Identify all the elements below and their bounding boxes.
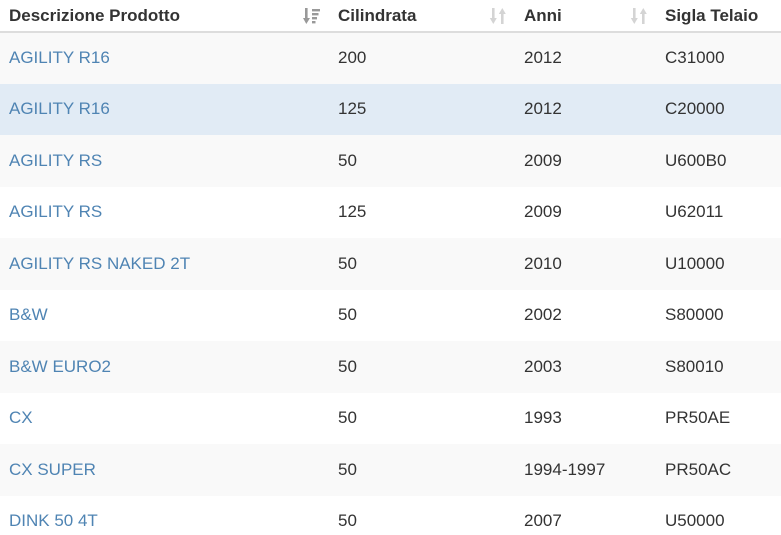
cell-sigla-telaio: S80010 [665, 356, 724, 376]
header-label: Anni [524, 5, 562, 25]
cell-descrizione[interactable]: AGILITY R16 [0, 84, 329, 136]
header-row: Descrizione Prodotto Cilindrata Anni Sig… [0, 0, 781, 32]
table-row[interactable]: B&W EURO2 50 2003 S80010 [0, 341, 781, 393]
cell-sigla-telaio: C31000 [665, 48, 725, 68]
table-row[interactable]: CX SUPER 50 1994-1997 PR50AC [0, 444, 781, 496]
product-link[interactable]: DINK 50 4T [9, 511, 98, 530]
cell-descrizione[interactable]: AGILITY RS [0, 135, 329, 187]
cell-cilindrata: 50 [338, 511, 357, 531]
header-cilindrata[interactable]: Cilindrata [329, 0, 515, 32]
cell-anni: 2009 [524, 150, 562, 170]
cell-anni: 2012 [524, 99, 562, 119]
cell-cilindrata: 50 [338, 150, 357, 170]
cell-descrizione[interactable]: CX [0, 393, 329, 445]
table-row[interactable]: AGILITY RS NAKED 2T 50 2010 U10000 [0, 238, 781, 290]
sort-both-icon [489, 7, 506, 24]
cell-cilindrata: 125 [338, 202, 367, 222]
sort-amount-desc-icon [303, 7, 320, 24]
product-link[interactable]: AGILITY RS NAKED 2T [9, 254, 190, 273]
cell-sigla-telaio: PR50AC [665, 459, 732, 479]
table-row[interactable]: AGILITY R16 200 2012 C31000 [0, 32, 781, 84]
cell-anni: 2012 [524, 48, 562, 68]
product-link[interactable]: AGILITY R16 [9, 48, 110, 67]
product-link[interactable]: AGILITY R16 [9, 99, 110, 118]
cell-cilindrata: 50 [338, 459, 357, 479]
product-link[interactable]: CX [9, 408, 33, 427]
cell-descrizione[interactable]: AGILITY RS [0, 187, 329, 239]
product-link[interactable]: CX SUPER [9, 460, 96, 479]
cell-sigla-telaio: U600B0 [665, 150, 727, 170]
cell-descrizione[interactable]: B&W [0, 290, 329, 342]
cell-cilindrata: 50 [338, 356, 357, 376]
cell-sigla-telaio: PR50AE [665, 408, 731, 428]
table-header: Descrizione Prodotto Cilindrata Anni Sig… [0, 0, 781, 32]
product-link[interactable]: B&W EURO2 [9, 357, 111, 376]
product-link[interactable]: B&W [9, 305, 48, 324]
cell-anni: 1994-1997 [524, 459, 606, 479]
header-label: Cilindrata [338, 5, 417, 25]
cell-descrizione[interactable]: AGILITY RS NAKED 2T [0, 238, 329, 290]
cell-anni: 2007 [524, 511, 562, 531]
cell-sigla-telaio: U50000 [665, 511, 725, 531]
cell-anni: 2009 [524, 202, 562, 222]
table-row[interactable]: AGILITY RS 50 2009 U600B0 [0, 135, 781, 187]
header-descrizione-prodotto[interactable]: Descrizione Prodotto [0, 0, 329, 32]
cell-cilindrata: 50 [338, 305, 357, 325]
cell-sigla-telaio: S80000 [665, 305, 724, 325]
table-body: AGILITY R16 200 2012 C31000 AGILITY R16 … [0, 32, 781, 535]
products-table: Descrizione Prodotto Cilindrata Anni Sig… [0, 0, 781, 535]
cell-cilindrata: 50 [338, 408, 357, 428]
product-link[interactable]: AGILITY RS [9, 202, 102, 221]
cell-descrizione[interactable]: CX SUPER [0, 444, 329, 496]
cell-descrizione[interactable]: DINK 50 4T [0, 496, 329, 535]
cell-cilindrata: 125 [338, 99, 367, 119]
cell-descrizione[interactable]: B&W EURO2 [0, 341, 329, 393]
header-sigla-telaio[interactable]: Sigla Telaio [656, 0, 781, 32]
cell-sigla-telaio: C20000 [665, 99, 725, 119]
table-row[interactable]: AGILITY RS 125 2009 U62011 [0, 186, 781, 239]
sort-both-icon [630, 7, 647, 24]
header-anni[interactable]: Anni [515, 0, 656, 32]
cell-anni: 1993 [524, 408, 562, 428]
cell-sigla-telaio: U62011 [665, 202, 724, 222]
cell-cilindrata: 50 [338, 253, 357, 273]
cell-descrizione[interactable]: AGILITY R16 [0, 32, 329, 84]
table-row-selected[interactable]: AGILITY R16 125 2012 C20000 [0, 83, 781, 136]
table-row[interactable]: CX 50 1993 PR50AE [0, 392, 781, 445]
header-label: Descrizione Prodotto [9, 5, 180, 25]
header-label: Sigla Telaio [665, 5, 759, 25]
cell-cilindrata: 200 [338, 48, 367, 68]
cell-anni: 2002 [524, 305, 562, 325]
table-row[interactable]: DINK 50 4T 50 2007 U50000 [0, 495, 781, 535]
cell-sigla-telaio: U10000 [665, 253, 725, 273]
cell-anni: 2003 [524, 356, 562, 376]
cell-anni: 2010 [524, 253, 562, 273]
table-row[interactable]: B&W 50 2002 S80000 [0, 289, 781, 342]
product-link[interactable]: AGILITY RS [9, 151, 102, 170]
